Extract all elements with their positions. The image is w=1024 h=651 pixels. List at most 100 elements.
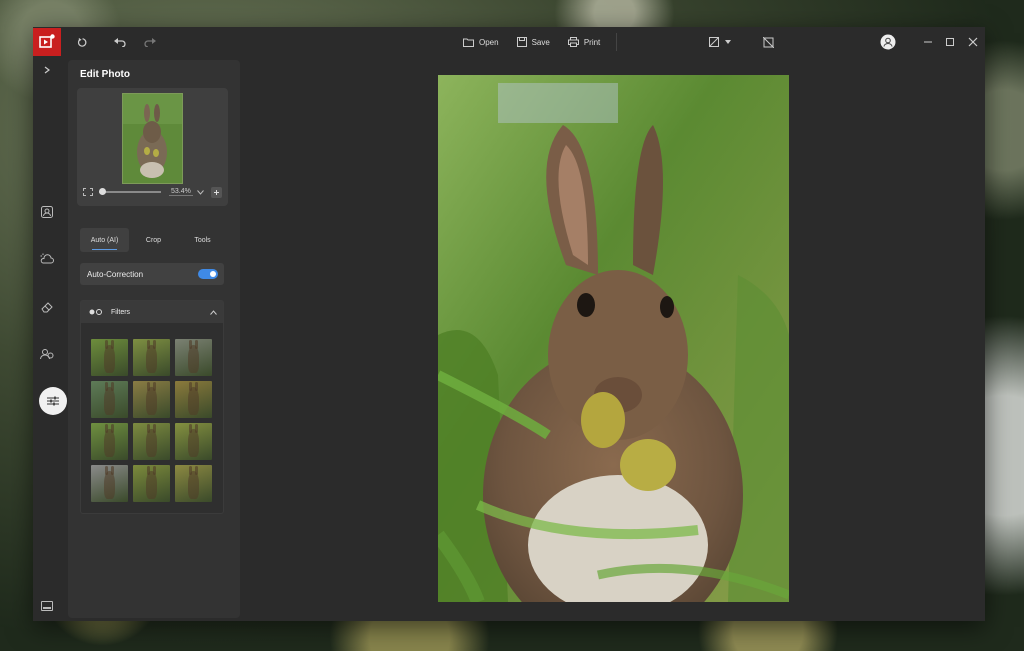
filter-thumbnail[interactable] (175, 423, 212, 460)
weather-icon[interactable] (37, 249, 57, 269)
save-label: Save (532, 38, 550, 47)
tab-crop[interactable]: Crop (129, 228, 178, 252)
titlebar: Open Save Print (33, 27, 985, 57)
chevron-down-icon[interactable] (197, 190, 204, 195)
preview-thumbnail[interactable] (122, 93, 183, 184)
eraser-icon[interactable] (37, 297, 57, 317)
filters-label: Filters (111, 309, 210, 316)
edit-panel: Edit Photo (68, 60, 240, 618)
filter-preview-ear (105, 424, 108, 433)
filter-preview-ear (105, 466, 108, 475)
display-mode-dropdown[interactable] (709, 27, 731, 57)
filter-preview-ear (153, 466, 156, 475)
panel-icon[interactable] (41, 601, 53, 611)
filter-thumbnail[interactable] (133, 339, 170, 376)
undo-icon[interactable] (105, 27, 135, 57)
edit-tabs: Auto (AI) Crop Tools (80, 228, 227, 252)
filter-thumbnail[interactable] (91, 381, 128, 418)
window-controls (873, 27, 985, 57)
print-button[interactable]: Print (560, 30, 608, 54)
filters-header[interactable]: Filters (81, 301, 223, 323)
zoom-slider-handle[interactable] (99, 188, 106, 195)
filter-preview-image (188, 345, 199, 373)
plus-icon (214, 190, 219, 195)
app-logo-icon (33, 28, 61, 56)
rotate-icon[interactable] (67, 27, 97, 57)
filters-icon (89, 309, 103, 315)
save-icon (517, 37, 527, 47)
filter-thumbnail[interactable] (175, 381, 212, 418)
chevron-right-icon[interactable] (37, 60, 57, 80)
filter-thumbnail[interactable] (91, 339, 128, 376)
filter-thumbnail[interactable] (133, 465, 170, 502)
filter-preview-ear (105, 340, 108, 349)
open-label: Open (479, 38, 499, 47)
filter-preview-image (146, 345, 157, 373)
main-photo[interactable] (438, 75, 789, 602)
fit-screen-icon[interactable] (83, 188, 93, 196)
zoom-slider[interactable] (99, 191, 161, 193)
zoom-controls: 53.4% (83, 185, 222, 199)
chevron-up-icon (210, 310, 217, 315)
maximize-icon[interactable] (939, 27, 961, 57)
filter-thumbnail[interactable] (91, 423, 128, 460)
print-label: Print (584, 38, 600, 47)
filter-preview-ear (153, 382, 156, 391)
caret-down-icon (725, 40, 731, 44)
tab-label: Tools (194, 237, 210, 244)
adjust-sliders-icon[interactable] (39, 387, 67, 415)
filter-thumbnail[interactable] (91, 465, 128, 502)
minimize-icon[interactable] (917, 27, 939, 57)
filter-preview-ear (153, 340, 156, 349)
filter-preview-ear (111, 382, 114, 391)
auto-correction-row: Auto-Correction (80, 263, 224, 285)
open-button[interactable]: Open (455, 30, 507, 54)
auto-correction-toggle[interactable] (198, 269, 218, 279)
filter-preview-image (146, 429, 157, 457)
tool-sidebar (33, 57, 61, 621)
zoom-in-button[interactable] (211, 187, 222, 198)
tab-label: Crop (146, 237, 161, 244)
tab-auto-ai[interactable]: Auto (AI) (80, 228, 129, 252)
account-avatar-icon[interactable] (873, 27, 903, 57)
filter-preview-ear (189, 340, 192, 349)
filter-preview-ear (195, 466, 198, 475)
app-window: Open Save Print (33, 27, 985, 621)
folder-icon (463, 38, 474, 47)
filter-preview-image (188, 471, 199, 499)
filter-thumbnail[interactable] (133, 381, 170, 418)
image-adjust-icon (709, 37, 719, 47)
redo-icon[interactable] (135, 27, 165, 57)
filters-section: Filters (80, 300, 224, 514)
filter-thumbnail[interactable] (175, 465, 212, 502)
filter-preview-ear (111, 424, 114, 433)
file-actions: Open Save Print (455, 27, 623, 57)
save-button[interactable]: Save (509, 30, 558, 54)
image-canvas (241, 57, 985, 621)
filter-preview-ear (147, 466, 150, 475)
filter-preview-image (146, 387, 157, 415)
toolbar-divider (616, 33, 617, 51)
zoom-value[interactable]: 53.4% (169, 188, 193, 196)
filter-preview-ear (189, 424, 192, 433)
portrait-icon[interactable] (37, 202, 57, 222)
hide-image-icon[interactable] (753, 27, 783, 57)
filter-preview-ear (147, 424, 150, 433)
tab-tools[interactable]: Tools (178, 228, 227, 252)
filter-thumbnail-grid (91, 339, 212, 502)
filter-preview-ear (195, 340, 198, 349)
filter-thumbnail[interactable] (175, 339, 212, 376)
filter-preview-image (104, 429, 115, 457)
filter-preview-ear (189, 382, 192, 391)
filter-preview-ear (153, 424, 156, 433)
filter-preview-image (104, 387, 115, 415)
people-icon[interactable] (37, 344, 57, 364)
navigator-preview: 53.4% (77, 88, 228, 206)
filter-preview-ear (147, 382, 150, 391)
close-icon[interactable] (961, 27, 985, 57)
filter-thumbnail[interactable] (133, 423, 170, 460)
filter-preview-ear (105, 382, 108, 391)
filter-preview-ear (111, 466, 114, 475)
printer-icon (568, 37, 579, 47)
filter-preview-ear (147, 340, 150, 349)
